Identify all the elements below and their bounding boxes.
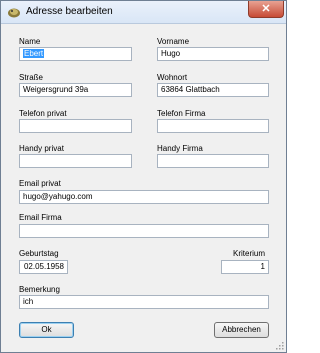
- kriterium-label: Kriterium: [233, 249, 266, 258]
- email-firma-label: Email Firma: [19, 213, 62, 222]
- email-firma-field[interactable]: [19, 224, 269, 238]
- handy-firma-field[interactable]: [157, 154, 269, 168]
- handy-privat-label: Handy privat: [19, 144, 64, 153]
- email-privat-field[interactable]: hugo@yahugo.com: [19, 190, 269, 204]
- bemerkung-field[interactable]: ich: [19, 295, 269, 309]
- cancel-button[interactable]: Abbrechen: [214, 322, 269, 338]
- email-privat-label: Email privat: [19, 179, 61, 188]
- close-icon: ✕: [261, 3, 271, 15]
- wohnort-field[interactable]: 63864 Glattbach: [157, 83, 269, 97]
- telefon-privat-field[interactable]: [19, 119, 132, 133]
- app-icon: [8, 8, 20, 18]
- telefon-firma-field[interactable]: [157, 119, 269, 133]
- telefon-firma-label: Telefon Firma: [157, 109, 206, 118]
- strasse-label: Straße: [19, 73, 44, 82]
- geburtstag-label: Geburtstag: [19, 249, 59, 258]
- strasse-field[interactable]: Weigersgrund 39a: [19, 83, 132, 97]
- address-edit-dialog: Adresse bearbeiten ✕ Name Ebert Vorname …: [0, 0, 287, 353]
- name-field[interactable]: Ebert: [19, 47, 132, 61]
- close-button[interactable]: ✕: [248, 1, 284, 18]
- handy-privat-field[interactable]: [19, 154, 132, 168]
- title-bar[interactable]: Adresse bearbeiten ✕: [1, 1, 286, 24]
- handy-firma-label: Handy Firma: [157, 144, 203, 153]
- kriterium-field[interactable]: 1: [221, 260, 269, 274]
- vorname-field[interactable]: Hugo: [157, 47, 269, 61]
- name-value: Ebert: [23, 49, 45, 58]
- window-title: Adresse bearbeiten: [26, 6, 113, 17]
- bemerkung-label: Bemerkung: [19, 285, 60, 294]
- wohnort-label: Wohnort: [157, 73, 188, 82]
- geburtstag-field[interactable]: 02.05.1958: [19, 260, 68, 274]
- ok-button[interactable]: Ok: [19, 322, 74, 338]
- telefon-privat-label: Telefon privat: [19, 109, 67, 118]
- resize-grip-icon[interactable]: [275, 341, 284, 350]
- name-label: Name: [19, 37, 41, 46]
- vorname-label: Vorname: [157, 37, 190, 46]
